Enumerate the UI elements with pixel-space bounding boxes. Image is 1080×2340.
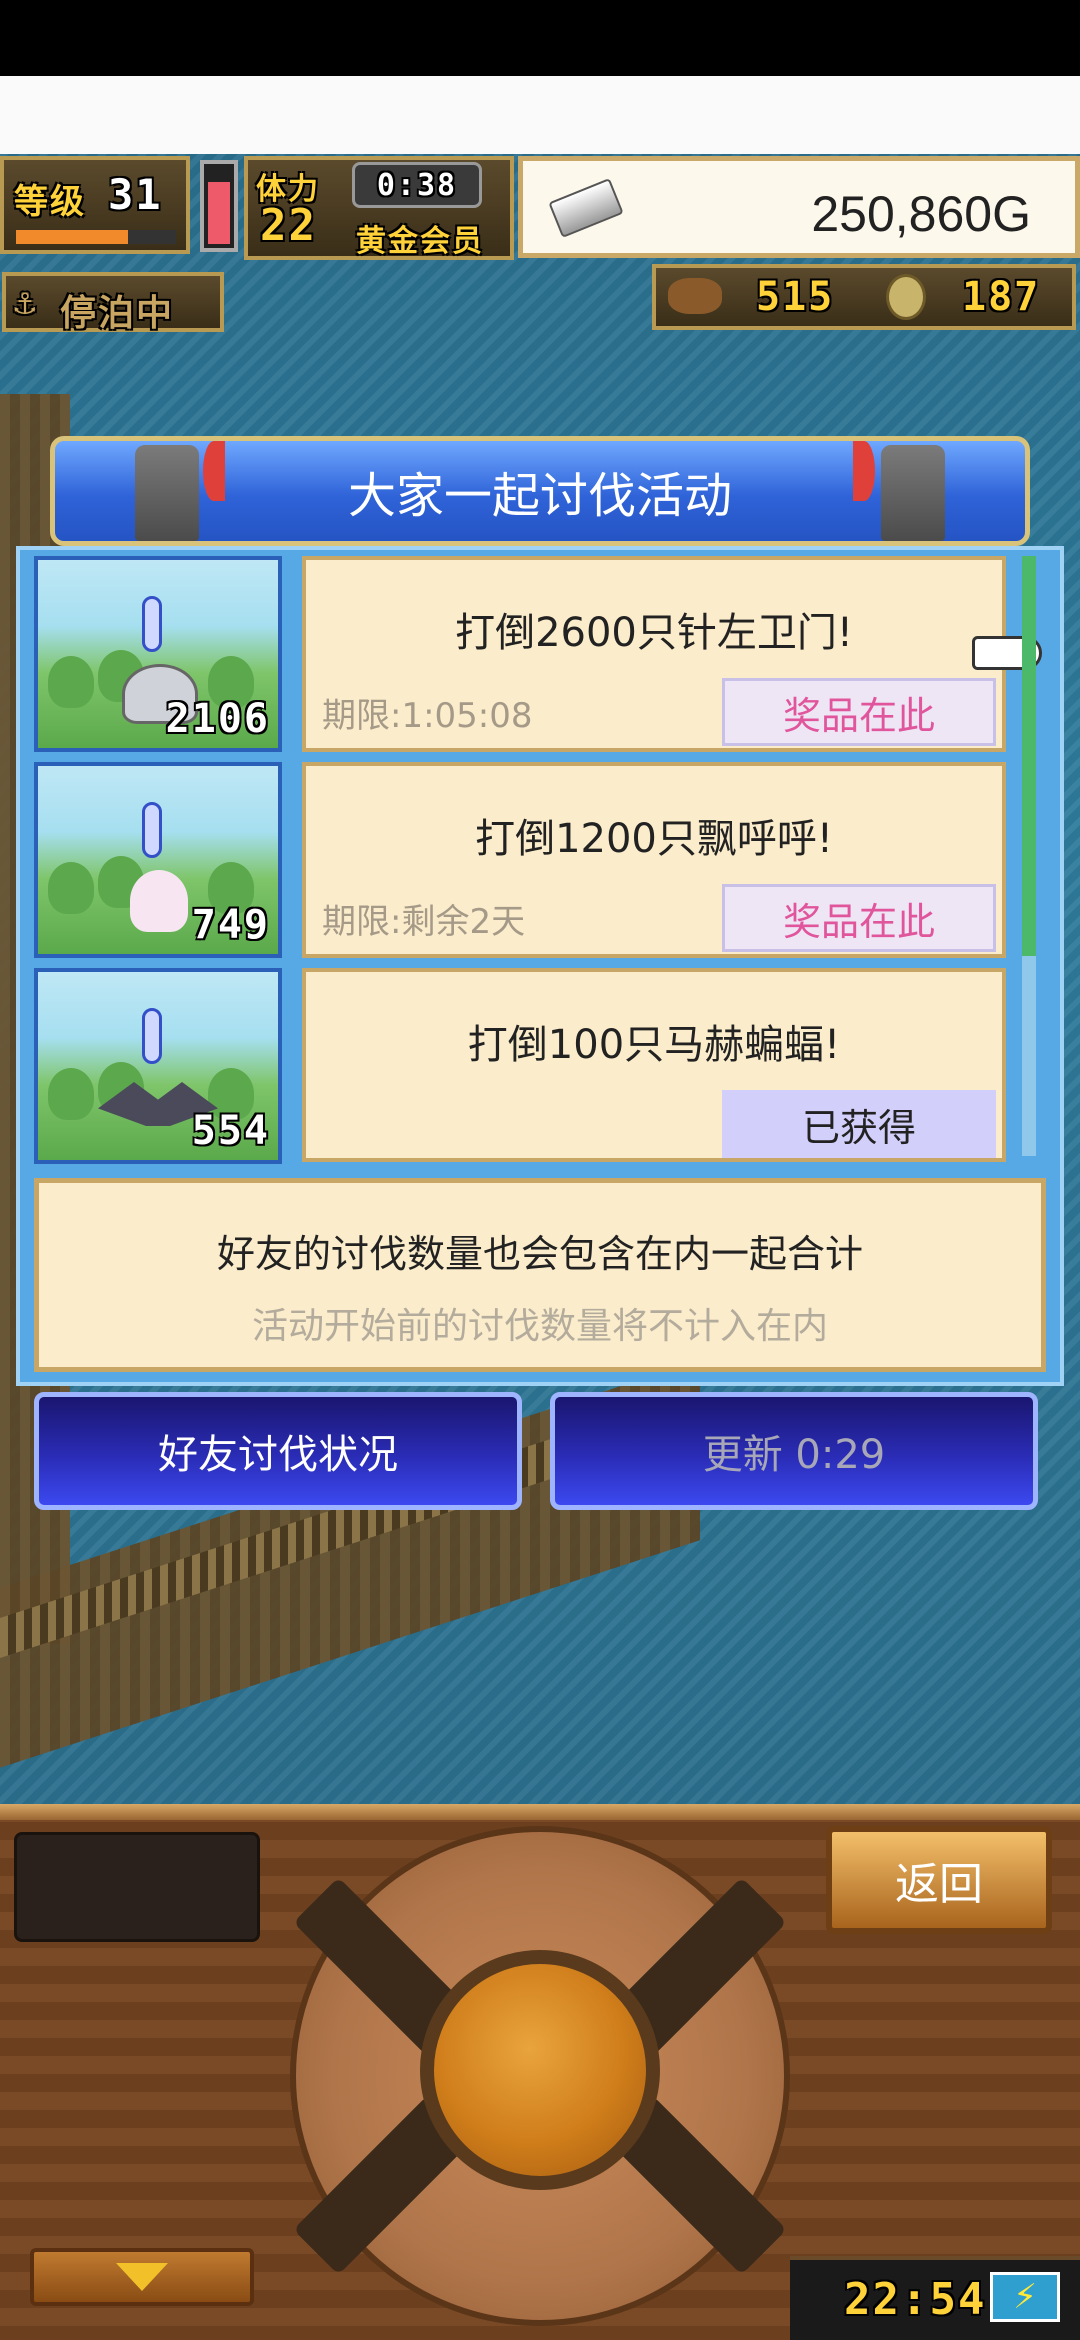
control-panel-border (0, 1804, 1080, 1820)
level-value: 31 (108, 170, 163, 219)
exclamation-icon (142, 596, 162, 652)
dialog-title: 大家一起讨伐活动 (347, 468, 732, 524)
mission-2-title: 打倒1200只飘呼呼! (475, 816, 833, 862)
mission-3-kill-count: 554 (191, 1108, 270, 1154)
level-panel: 等级 31 (0, 156, 190, 254)
back-button-label: 返回 (895, 1859, 983, 1910)
back-button[interactable]: 返回 (826, 1826, 1052, 1934)
mission-1-card[interactable]: 打倒2600只针左卫门! 期限:1:05:08 奖品在此 (302, 556, 1006, 752)
friend-status-button[interactable]: 好友讨伐状况 (34, 1392, 522, 1510)
gold-amount: 250,860G (811, 186, 1031, 242)
triangle-down-icon (116, 2263, 168, 2291)
mission-2-kill-count: 749 (191, 902, 270, 948)
resource-2-value: 187 (962, 274, 1041, 320)
timer-box: 0:38 (352, 162, 482, 208)
battery-lightning-icon: ⚡ (990, 2272, 1060, 2322)
mission-1-thumbnail: 2106 (34, 556, 282, 752)
system-status-bar (0, 0, 1080, 76)
mission-1-deadline: 期限:1:05:08 (322, 696, 533, 736)
refresh-button[interactable]: 更新 0:29 (550, 1392, 1038, 1510)
docked-status-panel[interactable]: ⚓ 停泊中 (2, 272, 224, 334)
exclamation-icon (142, 802, 162, 858)
mission-3-card[interactable]: 打倒100只马赫蝙蝠! 已获得 (302, 968, 1006, 1162)
silver-bar-icon (548, 178, 624, 238)
empty-slot (14, 1832, 260, 1942)
exclamation-icon (142, 1008, 162, 1064)
stamina-panel: 体力 22 0:38 黄金会员 (244, 156, 514, 260)
menu-down-button[interactable] (30, 2248, 254, 2306)
note-line-2: 活动开始前的讨伐数量将不计入在内 (251, 1306, 828, 1347)
mission-2-card[interactable]: 打倒1200只飘呼呼! 期限:剩余2天 奖品在此 (302, 762, 1006, 958)
mission-2-deadline: 期限:剩余2天 (322, 902, 526, 942)
stamina-gauge (200, 160, 238, 252)
axe-icon-right (853, 441, 875, 501)
level-label: 等级 (14, 182, 86, 222)
mission-list-scroll-thumb[interactable] (1022, 556, 1036, 956)
mission-1-title: 打倒2600只针左卫门! (455, 610, 853, 656)
note-line-1: 好友的讨伐数量也会包含在内一起合计 (216, 1232, 863, 1276)
docked-status-text: 停泊中 (60, 293, 175, 334)
membership-label: 黄金会员 (356, 224, 484, 259)
mission-3-obtained-button[interactable]: 已获得 (722, 1090, 996, 1158)
knight-icon-right (881, 445, 945, 541)
resource-1-value: 515 (756, 274, 835, 320)
mission-3-thumbnail: 554 (34, 968, 282, 1164)
wheel-center-button[interactable] (420, 1950, 660, 2190)
stamina-value: 22 (260, 200, 317, 251)
gold-panel: 250,860G (518, 156, 1080, 258)
clock-panel: 22:54 ⚡ (790, 2256, 1080, 2340)
exp-bar (16, 230, 176, 244)
game-clock: 22:54 (844, 2274, 987, 2325)
coin-icon (886, 274, 926, 320)
mission-1-prize-button[interactable]: 奖品在此 (722, 678, 996, 746)
mission-3-title: 打倒100只马赫蝙蝠! (467, 1022, 841, 1068)
ghost-monster-icon (130, 870, 188, 932)
mission-2-prize-button[interactable]: 奖品在此 (722, 884, 996, 952)
anchor-icon: ⚓ (14, 282, 38, 323)
friend-status-button-label: 好友讨伐状况 (158, 1432, 398, 1478)
stamina-timer: 0:38 (376, 167, 458, 203)
refresh-button-label: 更新 0:29 (702, 1432, 886, 1478)
mission-2-thumbnail: 749 (34, 762, 282, 958)
dialog-title-bar: 大家一起讨伐活动 (50, 436, 1030, 546)
resource-panel: 515 187 (652, 264, 1076, 330)
mission-1-kill-count: 2106 (165, 696, 270, 742)
event-note-box: 好友的讨伐数量也会包含在内一起合计 活动开始前的讨伐数量将不计入在内 (34, 1178, 1046, 1372)
bread-icon (668, 278, 722, 314)
app-top-bar (0, 76, 1080, 154)
